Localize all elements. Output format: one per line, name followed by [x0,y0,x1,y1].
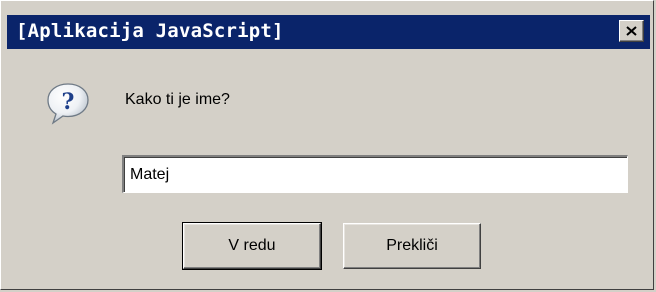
name-input[interactable] [122,155,628,193]
cancel-button-label: Prekliči [386,237,438,254]
window-title: [Aplikacija JavaScript] [16,20,284,42]
ok-button-label: V redu [228,237,276,254]
ok-button[interactable]: V redu [182,222,322,270]
cancel-button[interactable]: Prekliči [343,223,481,269]
question-balloon-icon: ? [45,81,91,125]
title-bar[interactable]: [Aplikacija JavaScript] [7,15,650,49]
prompt-dialog: [Aplikacija JavaScript] ? Kako ti je ime… [0,0,654,290]
svg-text:?: ? [62,89,75,115]
close-x-icon [626,26,637,36]
prompt-label: Kako ti je ime? [125,91,230,108]
close-button[interactable] [619,20,644,42]
